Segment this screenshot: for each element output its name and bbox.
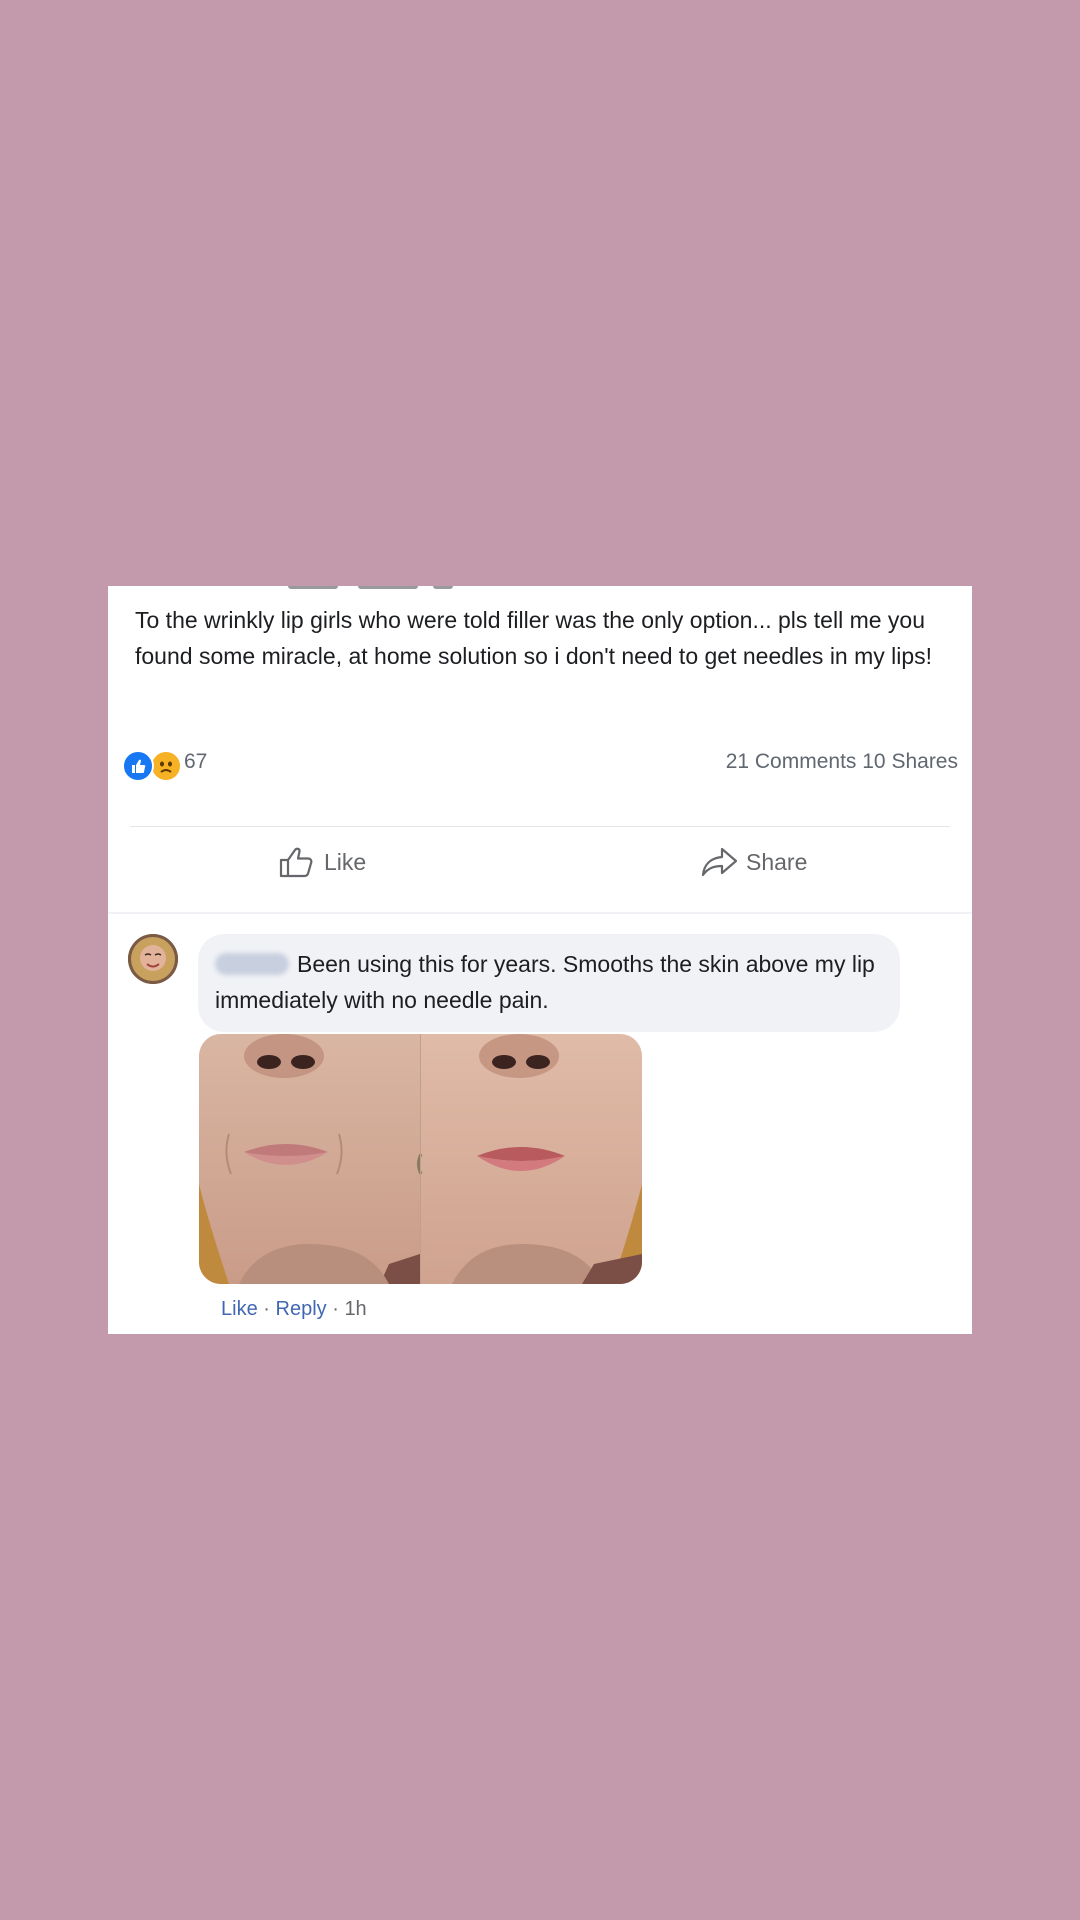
divider <box>108 912 972 914</box>
like-button[interactable]: Like <box>278 840 366 884</box>
like-reaction-icon[interactable] <box>122 750 154 782</box>
divider <box>130 826 950 827</box>
comment-footer: Like · Reply · 1h <box>221 1298 367 1321</box>
thumbs-up-icon <box>278 844 324 880</box>
separator: · <box>332 1298 339 1320</box>
comment-reply-link[interactable]: Reply <box>276 1298 327 1320</box>
cropped-post-header <box>108 586 972 592</box>
commenter-avatar[interactable] <box>128 934 178 984</box>
share-button[interactable]: Share <box>700 840 807 884</box>
comment-text: Been using this for years. Smooths the s… <box>215 951 875 1013</box>
like-button-label: Like <box>324 848 367 875</box>
reaction-count[interactable]: 67 <box>184 750 207 774</box>
post-action-bar: Like Share <box>108 828 972 898</box>
comment-like-link[interactable]: Like <box>221 1298 258 1320</box>
post-text: To the wrinkly lip girls who were told f… <box>135 607 933 669</box>
comments-shares-count[interactable]: 21 Comments 10 Shares <box>726 750 958 774</box>
comment-photo-before-after[interactable] <box>199 1034 642 1284</box>
share-button-label: Share <box>746 848 808 875</box>
share-arrow-icon <box>700 844 746 880</box>
separator: · <box>263 1298 270 1320</box>
sad-reaction-icon[interactable] <box>150 750 182 782</box>
commenter-name-redacted[interactable] <box>215 953 289 975</box>
post-stats-row: 67 21 Comments 10 Shares <box>122 746 958 782</box>
comment-bubble: Been using this for years. Smooths the s… <box>198 934 900 1032</box>
post-card: To the wrinkly lip girls who were told f… <box>108 586 972 1334</box>
comment-timestamp[interactable]: 1h <box>344 1298 366 1320</box>
